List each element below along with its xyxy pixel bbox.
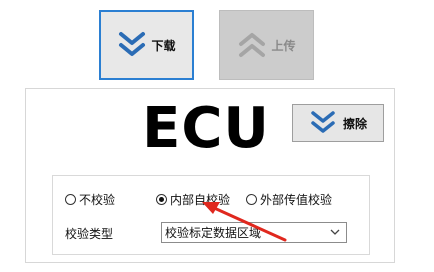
ecu-title: ECU [142, 96, 270, 161]
erase-button[interactable]: 擦除 [292, 104, 384, 142]
erase-button-label: 擦除 [342, 116, 367, 131]
radio-label: 内部自校验 [170, 192, 231, 207]
double-chevron-down-icon [117, 30, 147, 60]
radio-internal-self-check[interactable]: 内部自校验 [156, 191, 230, 207]
radio-indicator[interactable] [65, 193, 76, 205]
check-type-value: 校验标定数据区域 [165, 226, 262, 240]
radio-label: 不校验 [79, 192, 116, 207]
chevron-down-icon[interactable] [329, 226, 341, 238]
double-chevron-up-icon [237, 30, 267, 60]
check-type-label: 校验类型 [65, 227, 114, 241]
radio-label: 外部传值校验 [260, 192, 333, 207]
download-button-label: 下载 [151, 38, 176, 53]
double-chevron-down-icon [309, 109, 337, 137]
radio-no-check[interactable]: 不校验 [65, 191, 115, 207]
check-type-select[interactable]: 校验标定数据区域 [161, 222, 347, 243]
upload-button-label: 上传 [271, 38, 296, 53]
radio-external-value-check[interactable]: 外部传值校验 [246, 191, 332, 207]
radio-indicator[interactable] [156, 193, 167, 205]
check-groupbox [52, 175, 370, 255]
radio-indicator[interactable] [246, 193, 257, 205]
app-window: 下载 上传 ECU 擦除 不校验 内部自校验 外部传值校验 校验类型 校验标定数… [0, 0, 434, 272]
upload-button[interactable]: 上传 [219, 10, 314, 80]
download-button[interactable]: 下载 [99, 10, 194, 80]
